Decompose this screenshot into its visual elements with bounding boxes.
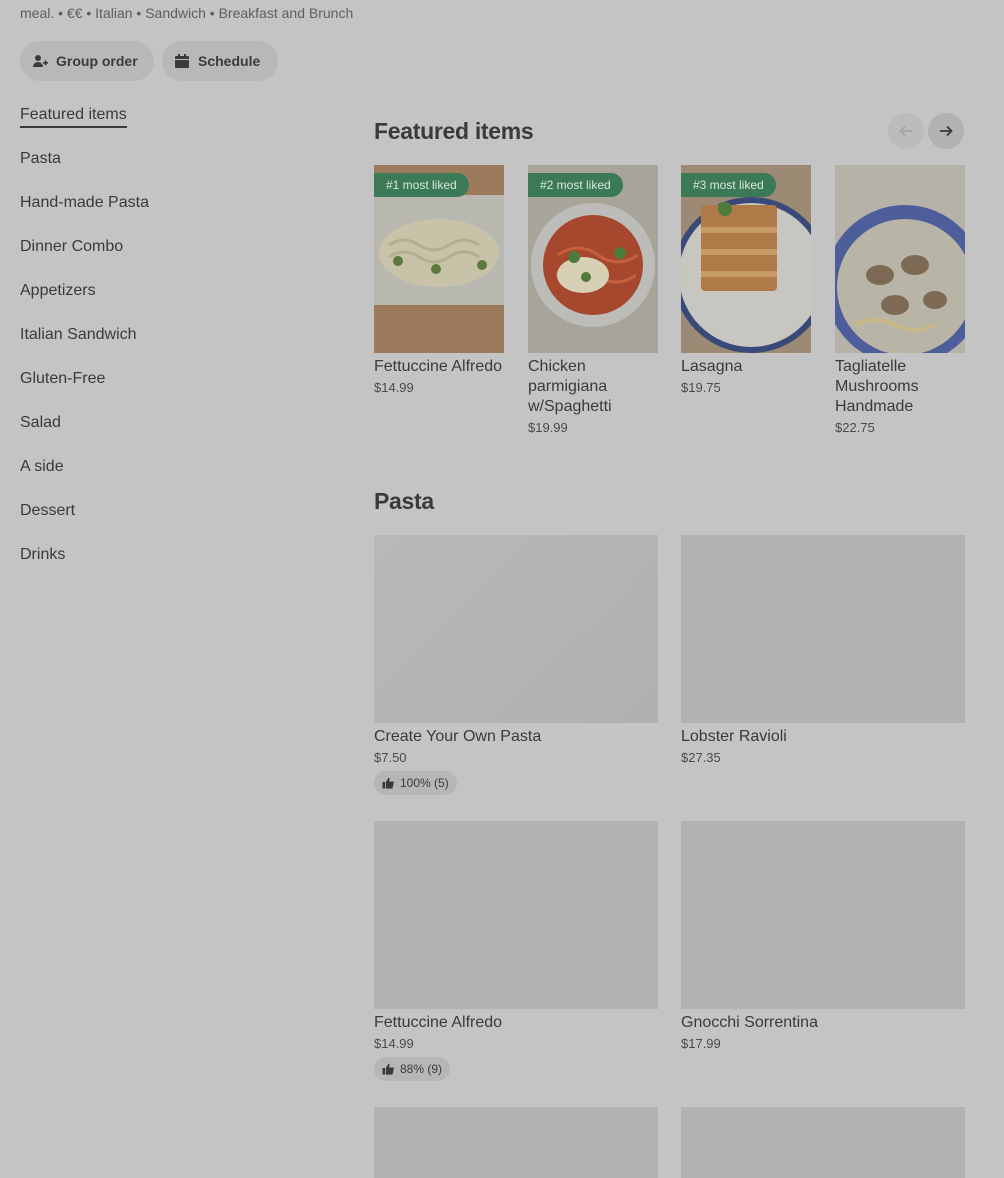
item-price: $19.99	[528, 420, 568, 435]
carousel-next-button[interactable]	[928, 113, 964, 149]
store-subtitle: meal. • €€ • Italian • Sandwich • Breakf…	[20, 5, 354, 21]
item-name: Chicken parmigiana w/Spaghetti	[528, 358, 612, 415]
sidebar-item-gluten-free[interactable]: Gluten-Free	[20, 368, 320, 412]
lasagna-image: #3 most liked	[681, 165, 811, 353]
group-order-label: Group order	[56, 53, 138, 69]
sidebar-item-dessert[interactable]: Dessert	[20, 500, 320, 544]
menu-item-card[interactable]: Fettuccine Alfredo $14.99 88% (9)	[374, 821, 658, 1081]
featured-item-card[interactable]: Tagliatelle Mushrooms Handmade $22.75	[835, 165, 965, 435]
item-price: $14.99	[374, 380, 414, 395]
sidebar-item-drinks[interactable]: Drinks	[20, 544, 320, 588]
most-liked-badge: #3 most liked	[681, 173, 776, 197]
schedule-button[interactable]: Schedule	[162, 41, 278, 81]
featured-item-card[interactable]: #3 most liked Lasagna $19.75	[681, 165, 811, 395]
item-image	[374, 535, 658, 723]
schedule-label: Schedule	[198, 53, 261, 69]
menu-item-image-partial[interactable]	[681, 1107, 965, 1178]
most-liked-badge: #2 most liked	[528, 173, 623, 197]
most-liked-badge: #1 most liked	[374, 173, 469, 197]
sidebar-item-a-side[interactable]: A side	[20, 456, 320, 500]
menu-item-image-partial[interactable]	[374, 1107, 658, 1178]
add-person-icon	[32, 53, 48, 69]
chicken-parmigiana-image: #2 most liked	[528, 165, 658, 353]
item-price: $19.75	[681, 380, 721, 395]
sidebar-item-italian-sandwich[interactable]: Italian Sandwich	[20, 324, 320, 368]
thumbs-up-icon	[382, 1063, 394, 1075]
item-name: Lasagna	[681, 358, 743, 375]
rating-badge: 100% (5)	[374, 771, 457, 795]
featured-items-title: Featured items	[374, 118, 534, 144]
item-image	[681, 535, 965, 723]
fettuccine-alfredo-image: #1 most liked	[374, 165, 504, 353]
tagliatelle-mushrooms-image	[835, 165, 965, 353]
item-name: Fettuccine Alfredo	[374, 1014, 503, 1031]
group-order-button[interactable]: Group order	[20, 41, 154, 81]
sidebar-item-featured-items[interactable]: Featured items	[20, 104, 320, 148]
item-name: Create Your Own Pasta	[374, 728, 542, 745]
featured-item-card[interactable]: #1 most liked Fettuccine Alfredo $14.99	[374, 165, 504, 395]
item-name: Tagliatelle Mushrooms Handmade	[835, 358, 919, 415]
item-image	[681, 821, 965, 1009]
featured-item-card[interactable]: #2 most liked Chicken parmigiana w/Spagh…	[528, 165, 658, 435]
carousel-prev-button[interactable]	[888, 113, 924, 149]
item-price: $27.35	[681, 750, 721, 765]
pasta-section-title: Pasta	[374, 488, 434, 514]
thumbs-up-icon	[382, 777, 394, 789]
item-price: $14.99	[374, 1036, 414, 1051]
item-name: Lobster Ravioli	[681, 728, 787, 745]
rating-badge: 88% (9)	[374, 1057, 451, 1081]
arrow-right-icon	[940, 125, 953, 137]
item-price: $7.50	[374, 750, 407, 765]
sidebar-item-hand-made-pasta[interactable]: Hand-made Pasta	[20, 192, 320, 236]
sidebar-item-dinner-combo[interactable]: Dinner Combo	[20, 236, 320, 280]
item-price: $22.75	[835, 420, 875, 435]
category-sidebar: Featured items Pasta Hand-made Pasta Din…	[20, 104, 320, 588]
item-name: Fettuccine Alfredo	[374, 358, 503, 375]
item-name: Gnocchi Sorrentina	[681, 1014, 818, 1031]
item-image	[374, 821, 658, 1009]
sidebar-item-salad[interactable]: Salad	[20, 412, 320, 456]
sidebar-item-appetizers[interactable]: Appetizers	[20, 280, 320, 324]
menu-item-card[interactable]: Create Your Own Pasta $7.50 100% (5)	[374, 535, 658, 795]
menu-item-card[interactable]: Gnocchi Sorrentina $17.99	[681, 821, 965, 1051]
item-price: $17.99	[681, 1036, 721, 1051]
rating-text: 88% (9)	[400, 1062, 443, 1076]
rating-text: 100% (5)	[400, 776, 449, 790]
arrow-left-icon	[899, 125, 912, 137]
calendar-icon	[174, 53, 190, 69]
sidebar-item-pasta[interactable]: Pasta	[20, 148, 320, 192]
menu-item-card[interactable]: Lobster Ravioli $27.35	[681, 535, 965, 765]
